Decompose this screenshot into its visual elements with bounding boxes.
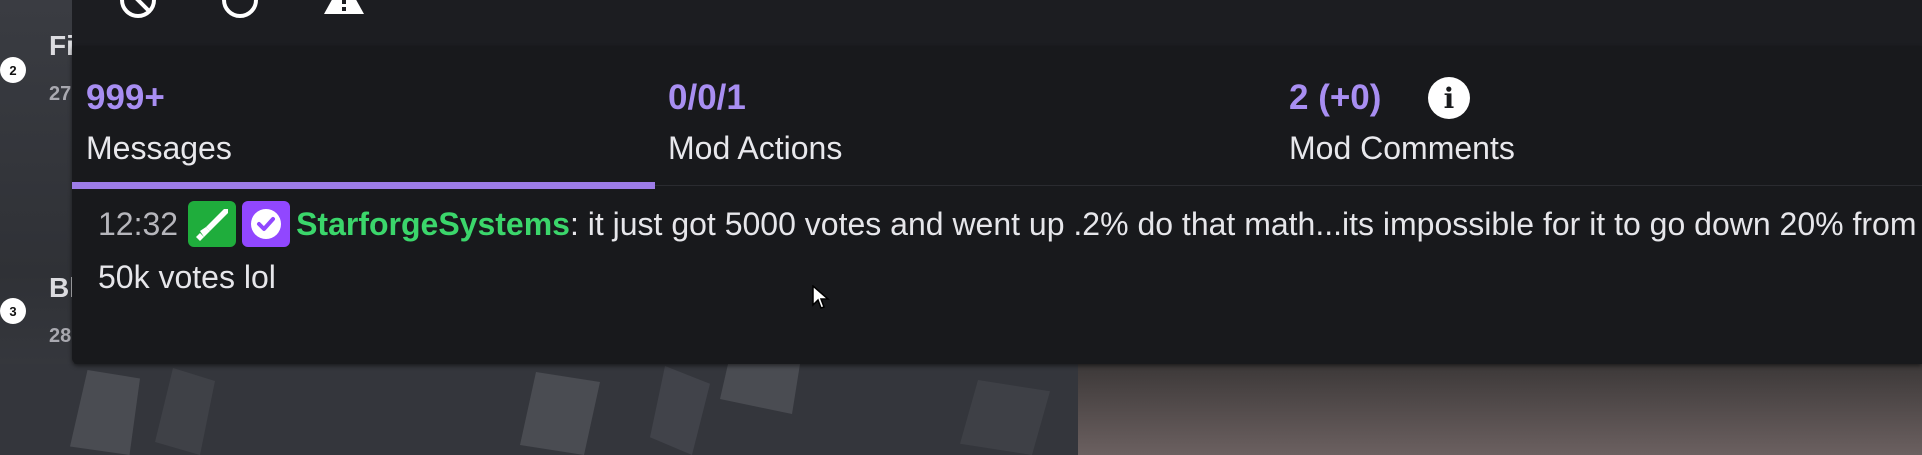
mod-actions-toolbar xyxy=(72,0,1922,46)
verified-badge-icon[interactable] xyxy=(242,201,291,247)
sidebar-entry-sub: 27 xyxy=(49,83,72,105)
rank-badge: 3 xyxy=(0,298,26,324)
mod-comments-label: Mod Comments xyxy=(1289,130,1515,166)
user-mod-card: 999+ Messages 0/0/1 Mod Actions 2 (+0) M… xyxy=(72,46,1922,364)
mod-actions-label: Mod Actions xyxy=(668,130,843,166)
mod-comments-count: 2 (+0) xyxy=(1289,78,1382,117)
sidebar-entry-name[interactable]: Fi xyxy=(49,30,74,62)
messages-label: Messages xyxy=(86,130,232,166)
chat-username[interactable]: StarforgeSystems xyxy=(296,206,570,242)
active-tab-indicator xyxy=(72,182,655,189)
tab-mod-actions[interactable]: 0/0/1 Mod Actions xyxy=(668,80,842,164)
username-separator: : xyxy=(569,206,579,242)
mod-actions-count: 0/0/1 xyxy=(668,78,746,117)
info-icon[interactable]: i xyxy=(1428,77,1470,119)
timeout-icon[interactable] xyxy=(220,0,260,20)
moderator-badge-icon[interactable] xyxy=(188,201,237,247)
sidebar-entry-sub: 28 xyxy=(49,325,72,347)
chat-message: 12:32 StarforgeSystems: it just got 5000… xyxy=(98,198,1918,304)
warning-icon[interactable] xyxy=(322,0,366,16)
tab-messages[interactable]: 999+ Messages xyxy=(86,80,232,164)
tab-divider xyxy=(655,185,1922,186)
tab-mod-comments[interactable]: 2 (+0) Mod Comments xyxy=(1289,80,1515,164)
block-icon[interactable] xyxy=(118,0,158,20)
messages-count: 999+ xyxy=(86,78,165,117)
rank-badge: 2 xyxy=(0,57,26,83)
background-video-area xyxy=(1078,364,1922,455)
message-timestamp: 12:32 xyxy=(98,206,179,242)
mouse-cursor-icon xyxy=(812,285,830,309)
